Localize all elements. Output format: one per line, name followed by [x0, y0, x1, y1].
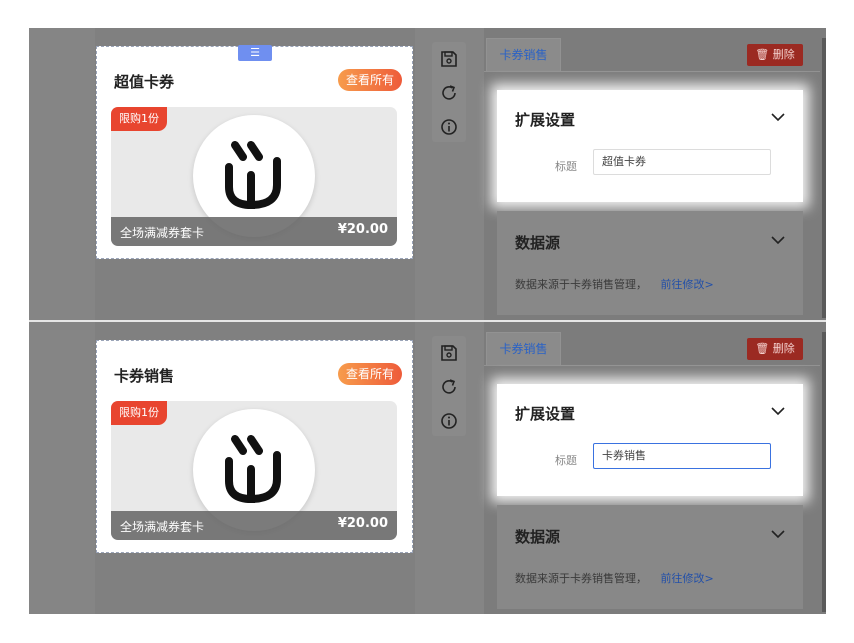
widget-title: 超值卡券	[114, 73, 175, 91]
extension-settings-title: 扩展设置	[515, 111, 576, 129]
coupon-card[interactable]: 限购1份 全场满减券套卡 ¥20.00	[111, 401, 397, 540]
coupon-card[interactable]: 限购1份 全场满减券套卡 ¥20.00	[111, 107, 397, 246]
menu-icon[interactable]: ☰	[238, 45, 272, 61]
title-field-label: 标题	[555, 160, 577, 173]
datasource-title: 数据源	[515, 234, 561, 252]
extension-settings-title: 扩展设置	[515, 405, 576, 423]
tab-underline	[484, 365, 820, 366]
coupon-widget[interactable]: ☰ 超值卡券 查看所有 限购1份 全场满减券套卡 ¥20.00	[96, 45, 413, 259]
extension-settings-section: 扩展设置 标题 卡券销售	[497, 384, 803, 496]
chevron-down-icon[interactable]	[771, 529, 785, 539]
coupon-widget[interactable]: 卡券销售 查看所有 限购1份 全场满减券套卡 ¥20.00	[96, 340, 413, 553]
limit-badge: 限购1份	[111, 401, 167, 425]
editor-frame-1: ☰ 超值卡券 查看所有 限购1份 全场满减券套卡 ¥20.00 卡券销售 🗑 删…	[29, 28, 826, 320]
card-name: 全场满减券套卡	[120, 226, 205, 240]
datasource-edit-link[interactable]: 前往修改>	[661, 278, 714, 291]
delete-button[interactable]: 🗑 删除	[747, 338, 803, 360]
editor-frame-2: 卡券销售 查看所有 限购1份 全场满减券套卡 ¥20.00 卡券销售 🗑 删除 …	[29, 322, 826, 614]
view-all-button[interactable]: 查看所有	[337, 363, 402, 385]
panel-scrollbar[interactable]	[822, 332, 826, 612]
refresh-icon[interactable]	[440, 84, 458, 102]
chevron-down-icon[interactable]	[771, 235, 785, 245]
limit-badge: 限购1份	[111, 107, 167, 131]
datasource-description: 数据来源于卡券销售管理， 前往修改>	[515, 276, 714, 292]
widget-toolbar	[432, 42, 466, 142]
datasource-text: 数据来源于卡券销售管理，	[515, 278, 647, 291]
brand-logo-icon	[225, 141, 281, 210]
card-price: ¥20.00	[337, 222, 388, 237]
datasource-section: 数据源 数据来源于卡券销售管理， 前往修改>	[497, 211, 803, 315]
title-field-label: 标题	[555, 454, 577, 467]
extension-settings-section: 扩展设置 标题 超值卡券	[497, 90, 803, 202]
chevron-down-icon[interactable]	[771, 406, 785, 416]
tab-coupon-sales[interactable]: 卡券销售	[486, 332, 561, 366]
tab-coupon-sales[interactable]: 卡券销售	[486, 38, 561, 72]
refresh-icon[interactable]	[440, 378, 458, 396]
info-icon[interactable]	[440, 118, 458, 136]
trash-icon: 🗑	[755, 342, 770, 355]
card-name: 全场满减券套卡	[120, 520, 205, 534]
brand-logo-icon	[225, 435, 281, 504]
datasource-edit-link[interactable]: 前往修改>	[661, 572, 714, 585]
save-icon[interactable]	[440, 50, 458, 68]
chevron-down-icon[interactable]	[771, 112, 785, 122]
view-all-button[interactable]: 查看所有	[337, 69, 402, 91]
widget-title: 卡券销售	[114, 367, 175, 385]
trash-icon: 🗑	[755, 48, 770, 61]
tab-underline	[484, 71, 820, 72]
panel-scrollbar[interactable]	[822, 38, 826, 318]
datasource-section: 数据源 数据来源于卡券销售管理， 前往修改>	[497, 505, 803, 609]
info-icon[interactable]	[440, 412, 458, 430]
card-info-bar: 全场满减券套卡 ¥20.00	[111, 217, 397, 246]
datasource-text: 数据来源于卡券销售管理，	[515, 572, 647, 585]
datasource-description: 数据来源于卡券销售管理， 前往修改>	[515, 570, 714, 586]
save-icon[interactable]	[440, 344, 458, 362]
card-info-bar: 全场满减券套卡 ¥20.00	[111, 511, 397, 540]
delete-button[interactable]: 🗑 删除	[747, 44, 803, 66]
datasource-title: 数据源	[515, 528, 561, 546]
card-price: ¥20.00	[337, 516, 388, 531]
delete-label: 删除	[772, 342, 795, 355]
widget-toolbar	[432, 336, 466, 436]
title-input[interactable]: 超值卡券	[593, 149, 771, 175]
title-input[interactable]: 卡券销售	[593, 443, 771, 469]
delete-label: 删除	[772, 48, 795, 61]
